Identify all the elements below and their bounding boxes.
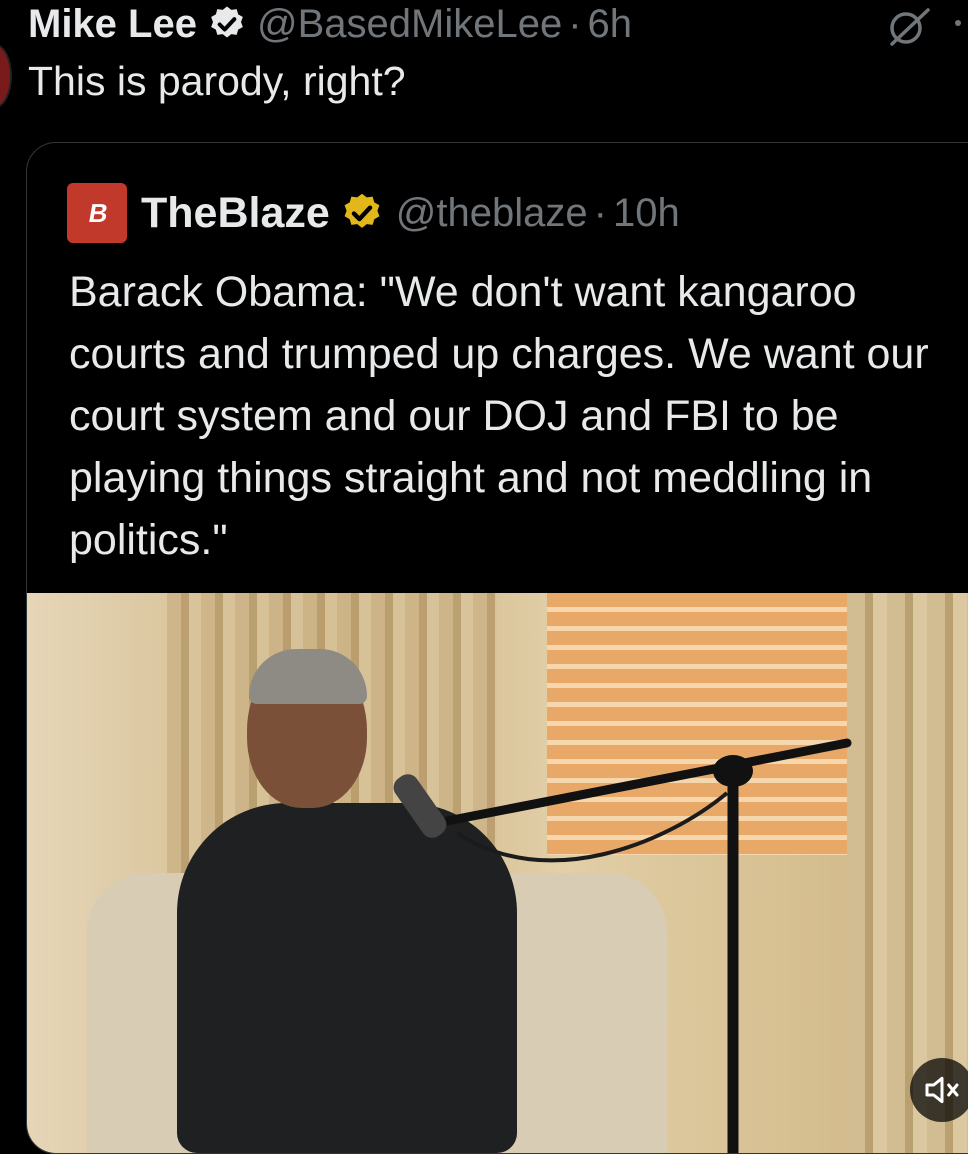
quoted-author-name[interactable]: TheBlaze bbox=[141, 189, 330, 238]
more-icon[interactable] bbox=[955, 20, 961, 26]
theblaze-avatar[interactable]: B bbox=[67, 183, 127, 243]
mute-icon bbox=[925, 1076, 959, 1104]
quoted-tweet-time[interactable]: 10h bbox=[613, 191, 680, 236]
quoted-tweet-header: B TheBlaze @theblaze · 10h bbox=[67, 183, 680, 243]
quoted-separator-dot: · bbox=[593, 190, 607, 235]
tweet-text: This is parody, right? bbox=[28, 58, 406, 104]
mute-button[interactable] bbox=[910, 1058, 968, 1122]
avatar-logo-text: B bbox=[86, 197, 109, 228]
video-thumbnail[interactable] bbox=[27, 593, 968, 1153]
separator-dot: · bbox=[568, 1, 582, 46]
quoted-tweet-card[interactable]: B TheBlaze @theblaze · 10h Barack Obama:… bbox=[26, 142, 968, 1154]
tweet-time[interactable]: 6h bbox=[588, 2, 633, 47]
author-handle[interactable]: @BasedMikeLee bbox=[257, 2, 562, 47]
author-name[interactable]: Mike Lee bbox=[28, 2, 197, 47]
gold-verified-badge-icon bbox=[344, 193, 380, 228]
tweet-header: Mike Lee @BasedMikeLee · 6h bbox=[28, 0, 632, 52]
quoted-author-handle[interactable]: @theblaze bbox=[396, 191, 588, 236]
verified-badge-icon bbox=[211, 6, 243, 38]
grok-icon[interactable] bbox=[884, 6, 932, 48]
microphone-stand bbox=[393, 738, 852, 1153]
author-avatar[interactable] bbox=[0, 44, 12, 108]
quoted-tweet-text: Barack Obama: "We don't want kangaroo co… bbox=[69, 268, 929, 564]
